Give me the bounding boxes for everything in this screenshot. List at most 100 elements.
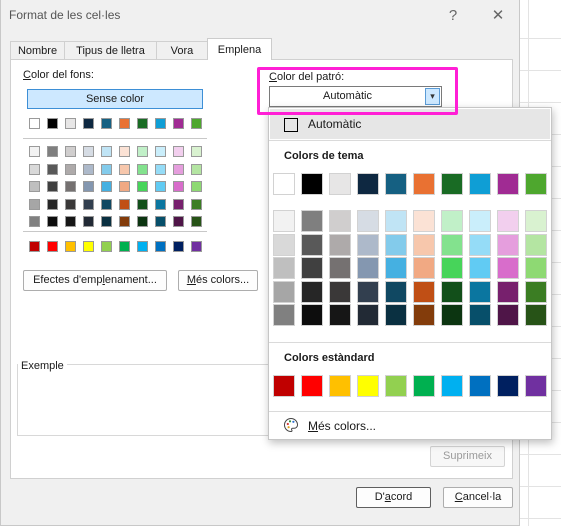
pattern-color-swatch[interactable] (273, 257, 295, 279)
pattern-color-swatch[interactable] (329, 280, 351, 303)
tab-fill[interactable]: Emplena (207, 38, 272, 60)
more-colors-button[interactable]: Més colors... (178, 270, 258, 291)
pattern-color-swatch[interactable] (469, 257, 491, 279)
background-color-swatch[interactable] (119, 163, 130, 175)
background-color-swatch[interactable] (101, 118, 112, 129)
background-color-swatch[interactable] (47, 216, 58, 227)
pattern-color-swatch[interactable] (357, 280, 379, 303)
background-color-swatch[interactable] (137, 146, 148, 157)
background-color-swatch[interactable] (119, 216, 130, 227)
pattern-color-swatch[interactable] (357, 233, 379, 256)
background-color-swatch[interactable] (65, 118, 76, 129)
pattern-color-swatch[interactable] (385, 173, 407, 195)
pattern-color-swatch[interactable] (525, 280, 547, 303)
pattern-color-swatch[interactable] (497, 257, 519, 279)
background-color-swatch[interactable] (101, 198, 112, 210)
background-color-swatch[interactable] (155, 216, 166, 227)
background-color-swatch[interactable] (83, 241, 94, 252)
pattern-color-swatch[interactable] (329, 210, 351, 232)
background-color-swatch[interactable] (119, 118, 130, 129)
background-color-swatch[interactable] (173, 241, 184, 252)
background-color-swatch[interactable] (83, 118, 94, 129)
pattern-color-swatch[interactable] (301, 233, 323, 256)
background-color-swatch[interactable] (47, 198, 58, 210)
background-color-swatch[interactable] (119, 198, 130, 210)
pattern-color-swatch[interactable] (525, 375, 547, 397)
pattern-color-swatch[interactable] (413, 375, 435, 397)
background-color-swatch[interactable] (47, 118, 58, 129)
pattern-color-swatch[interactable] (413, 233, 435, 256)
background-color-swatch[interactable] (83, 216, 94, 227)
background-color-swatch[interactable] (65, 163, 76, 175)
background-color-swatch[interactable] (65, 181, 76, 192)
background-color-swatch[interactable] (191, 198, 202, 210)
background-color-swatch[interactable] (137, 216, 148, 227)
tab-border[interactable]: Vora (156, 41, 208, 60)
background-color-swatch[interactable] (47, 163, 58, 175)
background-color-swatch[interactable] (137, 198, 148, 210)
background-color-swatch[interactable] (101, 241, 112, 252)
pattern-color-swatch[interactable] (441, 173, 463, 195)
pattern-color-swatch[interactable] (273, 233, 295, 256)
pattern-color-swatch[interactable] (385, 280, 407, 303)
pattern-color-swatch[interactable] (497, 233, 519, 256)
pattern-color-swatch[interactable] (497, 304, 519, 326)
pattern-color-swatch[interactable] (469, 210, 491, 232)
background-color-swatch[interactable] (29, 146, 40, 157)
background-color-swatch[interactable] (137, 241, 148, 252)
pattern-color-swatch[interactable] (469, 280, 491, 303)
pattern-color-swatch[interactable] (525, 257, 547, 279)
pattern-color-select[interactable]: Automàtic ▾ (269, 86, 442, 107)
background-color-swatch[interactable] (191, 216, 202, 227)
background-color-swatch[interactable] (83, 163, 94, 175)
pattern-color-swatch[interactable] (441, 210, 463, 232)
close-button[interactable]: ✕ (487, 5, 509, 27)
pattern-color-swatch[interactable] (357, 257, 379, 279)
background-color-swatch[interactable] (173, 118, 184, 129)
pattern-color-swatch[interactable] (329, 173, 351, 195)
pattern-color-swatch[interactable] (441, 280, 463, 303)
tab-font[interactable]: Tipus de lletra (64, 41, 157, 60)
background-color-swatch[interactable] (155, 118, 166, 129)
background-color-swatch[interactable] (137, 163, 148, 175)
background-color-swatch[interactable] (173, 146, 184, 157)
pattern-color-swatch[interactable] (413, 257, 435, 279)
pattern-color-swatch[interactable] (329, 304, 351, 326)
background-color-swatch[interactable] (191, 163, 202, 175)
background-color-swatch[interactable] (191, 241, 202, 252)
pattern-color-swatch[interactable] (357, 375, 379, 397)
background-color-swatch[interactable] (65, 241, 76, 252)
pattern-color-swatch[interactable] (525, 173, 547, 195)
pattern-color-swatch[interactable] (385, 257, 407, 279)
pattern-color-swatch[interactable] (385, 375, 407, 397)
pattern-color-swatch[interactable] (525, 210, 547, 232)
background-color-swatch[interactable] (29, 181, 40, 192)
background-color-swatch[interactable] (83, 146, 94, 157)
pattern-color-swatch[interactable] (441, 257, 463, 279)
pattern-color-swatch[interactable] (357, 210, 379, 232)
background-color-swatch[interactable] (29, 241, 40, 252)
background-color-swatch[interactable] (119, 241, 130, 252)
background-color-swatch[interactable] (101, 181, 112, 192)
pattern-color-swatch[interactable] (441, 233, 463, 256)
pattern-color-swatch[interactable] (497, 173, 519, 195)
background-color-swatch[interactable] (155, 181, 166, 192)
background-color-swatch[interactable] (47, 181, 58, 192)
automatic-option[interactable]: Automàtic (270, 109, 550, 139)
background-color-swatch[interactable] (137, 181, 148, 192)
background-color-swatch[interactable] (65, 216, 76, 227)
pattern-color-swatch[interactable] (301, 257, 323, 279)
background-color-swatch[interactable] (155, 146, 166, 157)
background-color-swatch[interactable] (173, 163, 184, 175)
pattern-color-swatch[interactable] (525, 233, 547, 256)
background-color-swatch[interactable] (155, 241, 166, 252)
pattern-color-swatch[interactable] (329, 375, 351, 397)
background-color-swatch[interactable] (191, 146, 202, 157)
background-color-swatch[interactable] (155, 163, 166, 175)
background-color-swatch[interactable] (47, 146, 58, 157)
background-color-swatch[interactable] (101, 146, 112, 157)
pattern-color-swatch[interactable] (469, 375, 491, 397)
pattern-color-swatch[interactable] (441, 375, 463, 397)
pattern-color-swatch[interactable] (441, 304, 463, 326)
pattern-color-swatch[interactable] (301, 304, 323, 326)
